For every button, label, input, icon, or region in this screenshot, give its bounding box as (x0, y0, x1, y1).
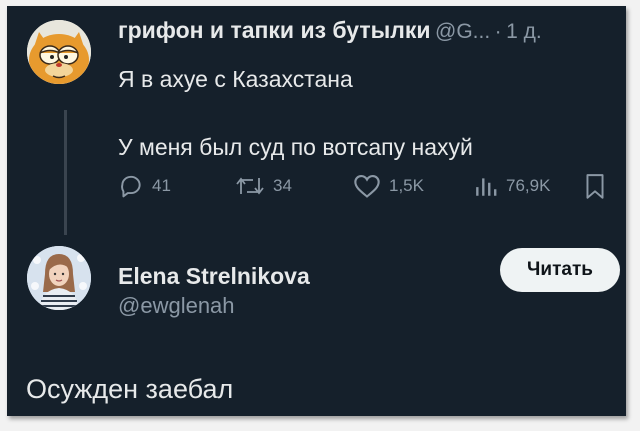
tweet-text-line-1: Я в ахуе с Казахстана (118, 66, 353, 92)
tweet-text-line-2: У меня был суд по вотсапу нахуй (118, 134, 473, 160)
like-icon (354, 175, 380, 198)
like-button[interactable]: 1,5K (353, 173, 424, 199)
retweet-icon (236, 177, 264, 195)
like-count: 1,5K (389, 176, 424, 195)
bookmark-icon (586, 174, 604, 199)
author-name[interactable]: грифон и тапки из бутылки (118, 17, 431, 43)
tweet-actions: 41 34 1,5K 76,9K (118, 173, 608, 209)
author-avatar[interactable] (27, 20, 91, 84)
reply-count: 41 (152, 176, 171, 195)
bookmark-button[interactable] (584, 173, 614, 201)
views-button[interactable]: 76,9K (474, 173, 550, 199)
author-handle[interactable]: @G... (435, 20, 490, 43)
follow-button[interactable]: Читать (500, 248, 620, 292)
user-avatar[interactable] (27, 246, 91, 310)
retweet-button[interactable]: 34 (235, 173, 292, 199)
screenshot-frame: грифон и тапки из бутылки @G... · 1 д. Я… (7, 6, 626, 416)
views-icon (476, 178, 497, 196)
tweet-header: грифон и тапки из бутылки @G... · 1 д. (118, 17, 623, 44)
user-name[interactable]: Elena Strelnikova (118, 263, 310, 290)
reply-button[interactable]: 41 (118, 173, 171, 199)
thread-line (64, 110, 67, 235)
user-handle[interactable]: @ewglenah (118, 293, 235, 319)
separator: · (494, 20, 502, 43)
views-count: 76,9K (506, 176, 551, 195)
retweet-count: 34 (273, 176, 292, 195)
caption-text: Осужден заебал (26, 374, 234, 404)
tweet-time[interactable]: 1 д. (506, 20, 542, 43)
reply-icon (121, 175, 141, 198)
